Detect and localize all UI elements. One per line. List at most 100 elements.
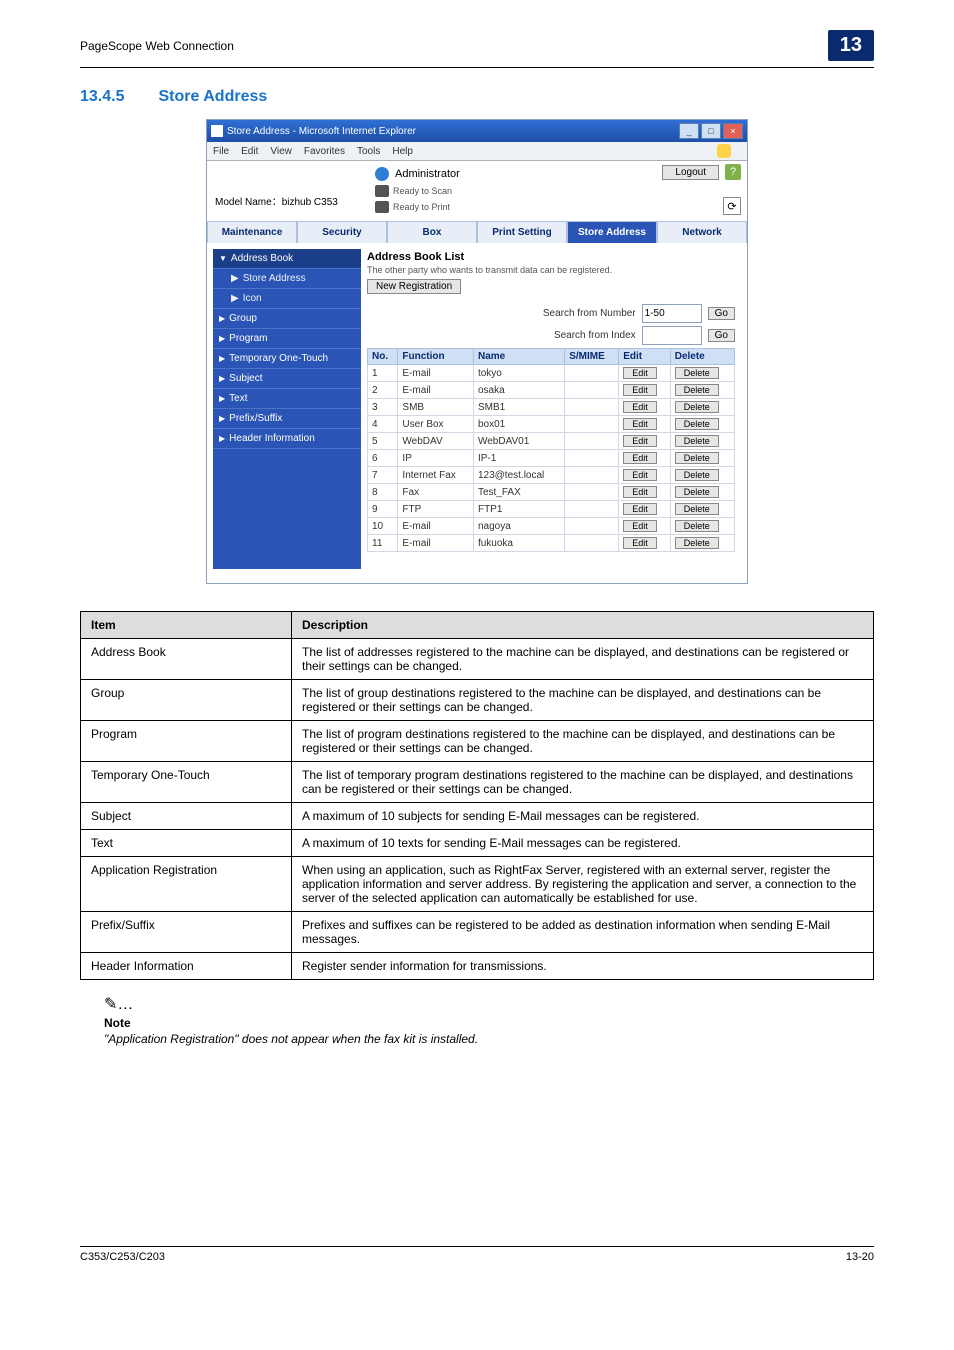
admin-label: Administrator <box>395 168 460 180</box>
cell-edit: Edit <box>619 484 671 501</box>
sidebar-temporary-one-touch[interactable]: ▶Temporary One-Touch <box>213 349 361 369</box>
table-row: Temporary One-TouchThe list of temporary… <box>81 762 874 803</box>
table-row: 5WebDAVWebDAV01EditDelete <box>368 433 735 450</box>
menu-favorites[interactable]: Favorites <box>304 146 345 157</box>
cell-function: E-mail <box>398 535 474 552</box>
desc-text: A maximum of 10 subjects for sending E-M… <box>292 803 874 830</box>
cell-delete: Delete <box>670 518 734 535</box>
triangle-down-icon: ▼ <box>219 254 227 263</box>
desc-item: Subject <box>81 803 292 830</box>
menu-view[interactable]: View <box>270 146 292 157</box>
cell-smime <box>565 365 619 382</box>
tab-maintenance[interactable]: Maintenance <box>207 221 297 243</box>
triangle-right-icon: ▶ <box>219 414 225 423</box>
cell-smime <box>565 467 619 484</box>
minimize-button[interactable]: _ <box>679 123 699 139</box>
delete-button[interactable]: Delete <box>675 537 719 549</box>
triangle-right-icon: ▶ <box>231 293 239 304</box>
cell-function: E-mail <box>398 518 474 535</box>
edit-button[interactable]: Edit <box>623 367 657 379</box>
edit-button[interactable]: Edit <box>623 435 657 447</box>
desc-item: Address Book <box>81 639 292 680</box>
note-title: Note <box>104 1016 874 1030</box>
edit-button[interactable]: Edit <box>623 401 657 413</box>
cell-name: osaka <box>473 382 564 399</box>
cell-delete: Delete <box>670 467 734 484</box>
delete-button[interactable]: Delete <box>675 486 719 498</box>
cell-name: nagoya <box>473 518 564 535</box>
delete-button[interactable]: Delete <box>675 503 719 515</box>
tab-store-address[interactable]: Store Address <box>567 221 657 243</box>
cell-name: tokyo <box>473 365 564 382</box>
delete-button[interactable]: Delete <box>675 435 719 447</box>
cell-no: 7 <box>368 467 398 484</box>
tab-network[interactable]: Network <box>657 221 747 243</box>
cell-function: E-mail <box>398 382 474 399</box>
edit-button[interactable]: Edit <box>623 469 657 481</box>
col-edit: Edit <box>619 349 671 365</box>
edit-button[interactable]: Edit <box>623 384 657 396</box>
search-from-number-select[interactable] <box>642 304 702 323</box>
note-icon: ✎… <box>104 994 874 1014</box>
cell-name: box01 <box>473 416 564 433</box>
edit-button[interactable]: Edit <box>623 503 657 515</box>
edit-button[interactable]: Edit <box>623 486 657 498</box>
menu-file[interactable]: File <box>213 146 229 157</box>
menu-tools[interactable]: Tools <box>357 146 380 157</box>
sidebar-prefix-suffix[interactable]: ▶Prefix/Suffix <box>213 409 361 429</box>
edit-button[interactable]: Edit <box>623 520 657 532</box>
edit-button[interactable]: Edit <box>623 418 657 430</box>
delete-button[interactable]: Delete <box>675 418 719 430</box>
cell-delete: Delete <box>670 501 734 518</box>
help-icon[interactable]: ? <box>725 164 741 180</box>
cell-edit: Edit <box>619 467 671 484</box>
menu-help[interactable]: Help <box>392 146 413 157</box>
sidebar-subject[interactable]: ▶Subject <box>213 369 361 389</box>
go-button-index[interactable]: Go <box>708 329 735 342</box>
new-registration-button[interactable]: New Registration <box>367 279 461 294</box>
delete-button[interactable]: Delete <box>675 384 719 396</box>
table-row: 3SMBSMB1EditDelete <box>368 399 735 416</box>
refresh-icon[interactable]: ⟳ <box>723 197 741 215</box>
logout-button[interactable]: Logout <box>662 165 719 180</box>
table-row: Prefix/SuffixPrefixes and suffixes can b… <box>81 912 874 953</box>
sidebar-header-information[interactable]: ▶Header Information <box>213 429 361 449</box>
tab-box[interactable]: Box <box>387 221 477 243</box>
delete-button[interactable]: Delete <box>675 469 719 481</box>
maximize-button[interactable]: □ <box>701 123 721 139</box>
cell-edit: Edit <box>619 399 671 416</box>
delete-button[interactable]: Delete <box>675 452 719 464</box>
triangle-right-icon: ▶ <box>219 354 225 363</box>
tab-security[interactable]: Security <box>297 221 387 243</box>
edit-button[interactable]: Edit <box>623 537 657 549</box>
go-button-number[interactable]: Go <box>708 307 735 320</box>
triangle-right-icon: ▶ <box>219 374 225 383</box>
delete-button[interactable]: Delete <box>675 401 719 413</box>
cell-delete: Delete <box>670 450 734 467</box>
desc-text: When using an application, such as Right… <box>292 857 874 912</box>
desc-item: Group <box>81 680 292 721</box>
desc-item: Application Registration <box>81 857 292 912</box>
table-row: ProgramThe list of program destinations … <box>81 721 874 762</box>
main-title: Address Book List <box>367 251 735 263</box>
edit-button[interactable]: Edit <box>623 452 657 464</box>
section-number: 13.4.5 <box>80 88 124 106</box>
menu-edit[interactable]: Edit <box>241 146 258 157</box>
sidebar-icon[interactable]: ▶Icon <box>213 289 361 309</box>
tab-print-setting[interactable]: Print Setting <box>477 221 567 243</box>
col-smime: S/MIME <box>565 349 619 365</box>
delete-button[interactable]: Delete <box>675 367 719 379</box>
cell-name: Test_FAX <box>473 484 564 501</box>
search-from-index-select[interactable] <box>642 326 702 345</box>
sidebar-text[interactable]: ▶Text <box>213 389 361 409</box>
table-row: Address BookThe list of addresses regist… <box>81 639 874 680</box>
cell-smime <box>565 501 619 518</box>
table-row: 7Internet Fax123@test.localEditDelete <box>368 467 735 484</box>
delete-button[interactable]: Delete <box>675 520 719 532</box>
sidebar-address-book[interactable]: ▼Address Book <box>213 249 361 269</box>
close-button[interactable]: × <box>723 123 743 139</box>
sidebar-program[interactable]: ▶Program <box>213 329 361 349</box>
table-row: SubjectA maximum of 10 subjects for send… <box>81 803 874 830</box>
sidebar-store-address[interactable]: ▶Store Address <box>213 269 361 289</box>
sidebar-group[interactable]: ▶Group <box>213 309 361 329</box>
